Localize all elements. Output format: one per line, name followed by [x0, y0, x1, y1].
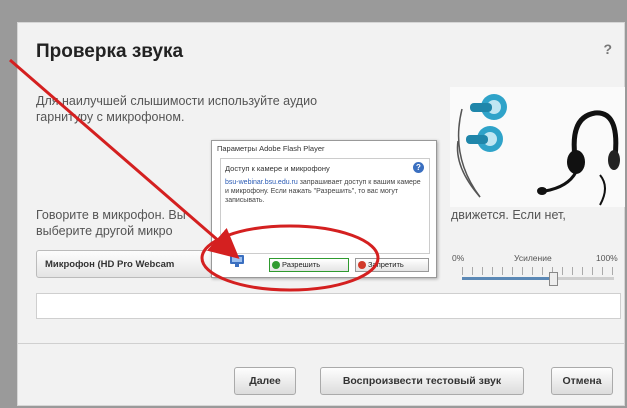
mic-level-meter [36, 293, 621, 319]
volume-fill [462, 277, 554, 280]
flash-title: Параметры Adobe Flash Player [217, 144, 325, 153]
volume-gain-label: Усиление [514, 253, 552, 263]
deny-icon [358, 261, 366, 269]
footer-divider [18, 343, 624, 344]
flash-site-link: bsu-webinar.bsu.edu.ru [225, 179, 298, 186]
mic-prompt-right: движется. Если нет, [451, 208, 566, 222]
play-test-sound-button[interactable]: Воспроизвести тестовый звук [320, 367, 524, 395]
volume-max-label: 100% [596, 253, 618, 263]
microphone-select[interactable]: Микрофон (HD Pro Webcam [36, 250, 212, 278]
volume-ticks [462, 267, 614, 275]
earbuds-icon [456, 94, 507, 198]
dialog-title: Проверка звука [36, 41, 184, 62]
cancel-button[interactable]: Отмена [551, 367, 613, 395]
volume-slider[interactable] [462, 272, 614, 286]
flash-body: Доступ к камере и микрофону ? bsu-webina… [220, 158, 430, 254]
flash-message: bsu-webinar.bsu.edu.ru запрашивает досту… [225, 178, 425, 205]
headset-illustration [450, 87, 625, 207]
flash-heading: Доступ к камере и микрофону [225, 164, 330, 173]
next-button[interactable]: Далее [234, 367, 296, 395]
intro-text: Для наилучшей слышимости используйте ауд… [36, 94, 318, 124]
help-icon[interactable]: ? [603, 41, 612, 57]
allow-button[interactable]: Разрешить [269, 258, 349, 272]
headset-icon [537, 110, 620, 206]
flash-settings-popup: Параметры Adobe Flash Player Доступ к ка… [211, 140, 437, 278]
allow-label: Разрешить [282, 260, 321, 269]
question-icon[interactable]: ? [413, 162, 424, 173]
volume-min-label: 0% [452, 253, 465, 263]
deny-button[interactable]: Запретить [355, 258, 429, 272]
volume-handle[interactable] [549, 272, 559, 286]
allow-check-icon [272, 261, 280, 269]
camera-icon[interactable] [229, 254, 245, 268]
deny-label: Запретить [368, 260, 404, 269]
